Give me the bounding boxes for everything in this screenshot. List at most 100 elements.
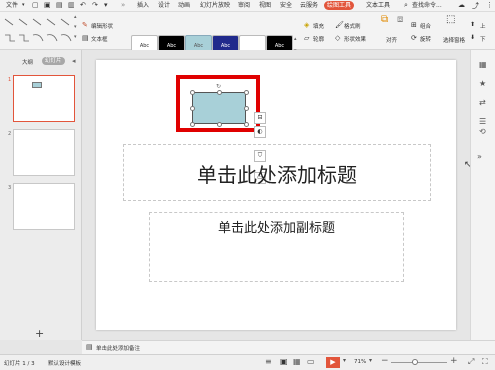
selected-rectangle-shape[interactable] [192, 92, 246, 124]
slide-thumbnail-2[interactable] [13, 129, 75, 176]
chevron-down-icon[interactable]: ▾ [22, 2, 25, 8]
move-down-icon[interactable]: ⬇ [470, 34, 475, 41]
resize-handle[interactable] [217, 90, 222, 95]
redo-icon[interactable]: ↷ [92, 1, 98, 9]
outline-button[interactable]: 轮廓 [313, 35, 324, 43]
text-box-button[interactable]: 文本框 [91, 35, 108, 43]
resize-handle[interactable] [244, 90, 249, 95]
zoom-in-icon[interactable]: + [450, 356, 458, 366]
ribbon: ▴ ▾ ▾ ✎ 编辑形状 ▤ 文本框 Abc Abc Abc Abc Abc ▴… [0, 12, 495, 58]
print-icon[interactable]: ▤ [56, 1, 63, 9]
resource-icon[interactable]: ☰ [479, 117, 486, 126]
fill-icon[interactable]: ◈ [304, 21, 309, 29]
notes-bar[interactable]: ▤ 单击此处添加备注 [82, 340, 495, 354]
fill-button[interactable]: 填充 [313, 22, 324, 30]
animation-icon[interactable]: ★ [479, 79, 486, 88]
tab-cloud[interactable]: 云服务 [300, 1, 318, 10]
group-button[interactable]: 组合 [420, 22, 431, 30]
tab-review[interactable]: 审阅 [238, 1, 250, 10]
zoom-slider[interactable] [391, 362, 447, 363]
play-slideshow-button[interactable]: ▶ [326, 357, 340, 368]
more-options-icon[interactable]: ⋮ [486, 1, 493, 9]
zoom-slider-thumb[interactable] [412, 359, 418, 365]
shape-style-icon[interactable]: ◐ [254, 126, 266, 138]
fullscreen-icon[interactable]: ⛶ [482, 357, 488, 367]
text-box-icon[interactable]: ▤ [82, 34, 89, 42]
reading-view-icon[interactable]: ▭ [307, 357, 315, 366]
rotate-icon[interactable]: ⟳ [411, 34, 417, 42]
zoom-dropdown-icon[interactable]: ▾ [369, 357, 372, 364]
history-icon[interactable]: ⟲ [479, 127, 486, 136]
resize-handle[interactable] [190, 90, 195, 95]
more-icon[interactable]: ▾ [104, 1, 108, 9]
shape-effect-icon[interactable]: ◇ [335, 34, 340, 42]
format-painter-icon[interactable]: 🖌 [335, 21, 344, 29]
line-shapes-gallery[interactable] [2, 15, 72, 45]
group-icon[interactable]: ⊞ [411, 21, 417, 29]
outline-icon[interactable]: ▱ [304, 34, 309, 42]
move-down-button[interactable]: 下 [480, 35, 486, 43]
selection-pane-button[interactable]: 选择窗格 [443, 36, 465, 44]
notes-placeholder[interactable]: 单击此处添加备注 [96, 344, 140, 352]
move-up-icon[interactable]: ⬆ [470, 21, 475, 28]
fit-window-icon[interactable]: ⤢ [468, 357, 474, 367]
tab-drawing-tools[interactable]: 绘图工具 [324, 1, 355, 10]
property-icon[interactable]: ▦ [479, 60, 487, 69]
tab-outline[interactable]: 大纲 [22, 58, 33, 66]
tab-animation[interactable]: 动画 [178, 1, 190, 10]
subtitle-placeholder[interactable]: 单击此处添加副标题 [149, 212, 404, 282]
tab-slides[interactable]: 幻灯片 [42, 57, 65, 65]
selection-pane-icon[interactable]: ⬚ [446, 14, 455, 25]
undo-icon[interactable]: ↶ [80, 1, 86, 9]
gallery-expand-icon[interactable]: ▾ [74, 34, 77, 40]
align-button[interactable]: 对齐 [386, 36, 397, 44]
slide-thumbnail-3[interactable] [13, 183, 75, 230]
resize-handle[interactable] [244, 122, 249, 127]
collapse-panel-icon[interactable]: ◂ [72, 57, 76, 65]
gallery-scroll-down-icon[interactable]: ▾ [74, 24, 77, 30]
slide-canvas[interactable]: ↻ ⊟ ◐ ⛉ ▭ 单击此处添加标题 单击此处添加副标题 [96, 60, 456, 330]
cloud-icon[interactable]: ☁ [458, 1, 465, 9]
resize-handle[interactable] [190, 106, 195, 111]
send-backward-icon[interactable]: ⧈ [397, 14, 403, 25]
tab-security[interactable]: 安全 [280, 1, 292, 10]
format-painter-button[interactable]: 格式刷 [344, 22, 361, 30]
move-up-button[interactable]: 上 [480, 22, 486, 30]
save-icon[interactable]: ▣ [44, 1, 51, 9]
edit-shape-icon[interactable]: ✎ [82, 21, 88, 29]
style-scroll-up-icon[interactable]: ▴ [294, 36, 297, 42]
search-icon[interactable]: ⌕ [404, 1, 408, 10]
shape-effect-button[interactable]: 形状效果 [344, 35, 366, 43]
rotate-button[interactable]: 旋转 [420, 35, 431, 43]
command-search[interactable]: 查找命令... [412, 1, 442, 10]
expand-pane-icon[interactable]: » [477, 152, 482, 161]
rotate-handle-icon[interactable]: ↻ [216, 83, 221, 90]
tab-home-hidden[interactable]: » [121, 1, 125, 9]
normal-view-icon[interactable]: ▣ [280, 357, 288, 366]
notes-toggle-icon[interactable]: ≡ [265, 357, 272, 366]
slideshow-options-icon[interactable]: ▾ [343, 357, 346, 364]
tab-slideshow[interactable]: 幻灯片放映 [200, 1, 230, 10]
bring-forward-icon[interactable]: ⧉ [381, 14, 388, 25]
layout-options-icon[interactable]: ⊟ [254, 112, 266, 124]
resize-handle[interactable] [244, 106, 249, 111]
tab-insert[interactable]: 插入 [137, 1, 149, 10]
tab-view[interactable]: 视图 [259, 1, 271, 10]
zoom-out-icon[interactable]: − [381, 356, 389, 366]
file-menu[interactable]: 文件 [6, 1, 18, 10]
preview-icon[interactable]: ▥ [68, 1, 75, 9]
resize-handle[interactable] [217, 122, 222, 127]
slide-thumbnail-1[interactable] [13, 75, 75, 122]
new-doc-icon[interactable]: ▢ [32, 1, 39, 9]
tab-design[interactable]: 设计 [158, 1, 170, 10]
gallery-scroll-up-icon[interactable]: ▴ [74, 14, 77, 20]
share-icon[interactable]: ⤴ [472, 1, 479, 11]
edit-shape-button[interactable]: 编辑形状 [91, 22, 113, 30]
add-slide-button[interactable]: + [35, 328, 44, 339]
slide-sorter-icon[interactable]: ▦ [293, 357, 301, 366]
transition-icon[interactable]: ⇄ [479, 98, 486, 107]
shape-style-label: Abc [274, 43, 285, 49]
resize-handle[interactable] [190, 122, 195, 127]
tab-text-tools[interactable]: 文本工具 [366, 1, 390, 10]
title-placeholder[interactable]: 单击此处添加标题 [123, 144, 431, 201]
